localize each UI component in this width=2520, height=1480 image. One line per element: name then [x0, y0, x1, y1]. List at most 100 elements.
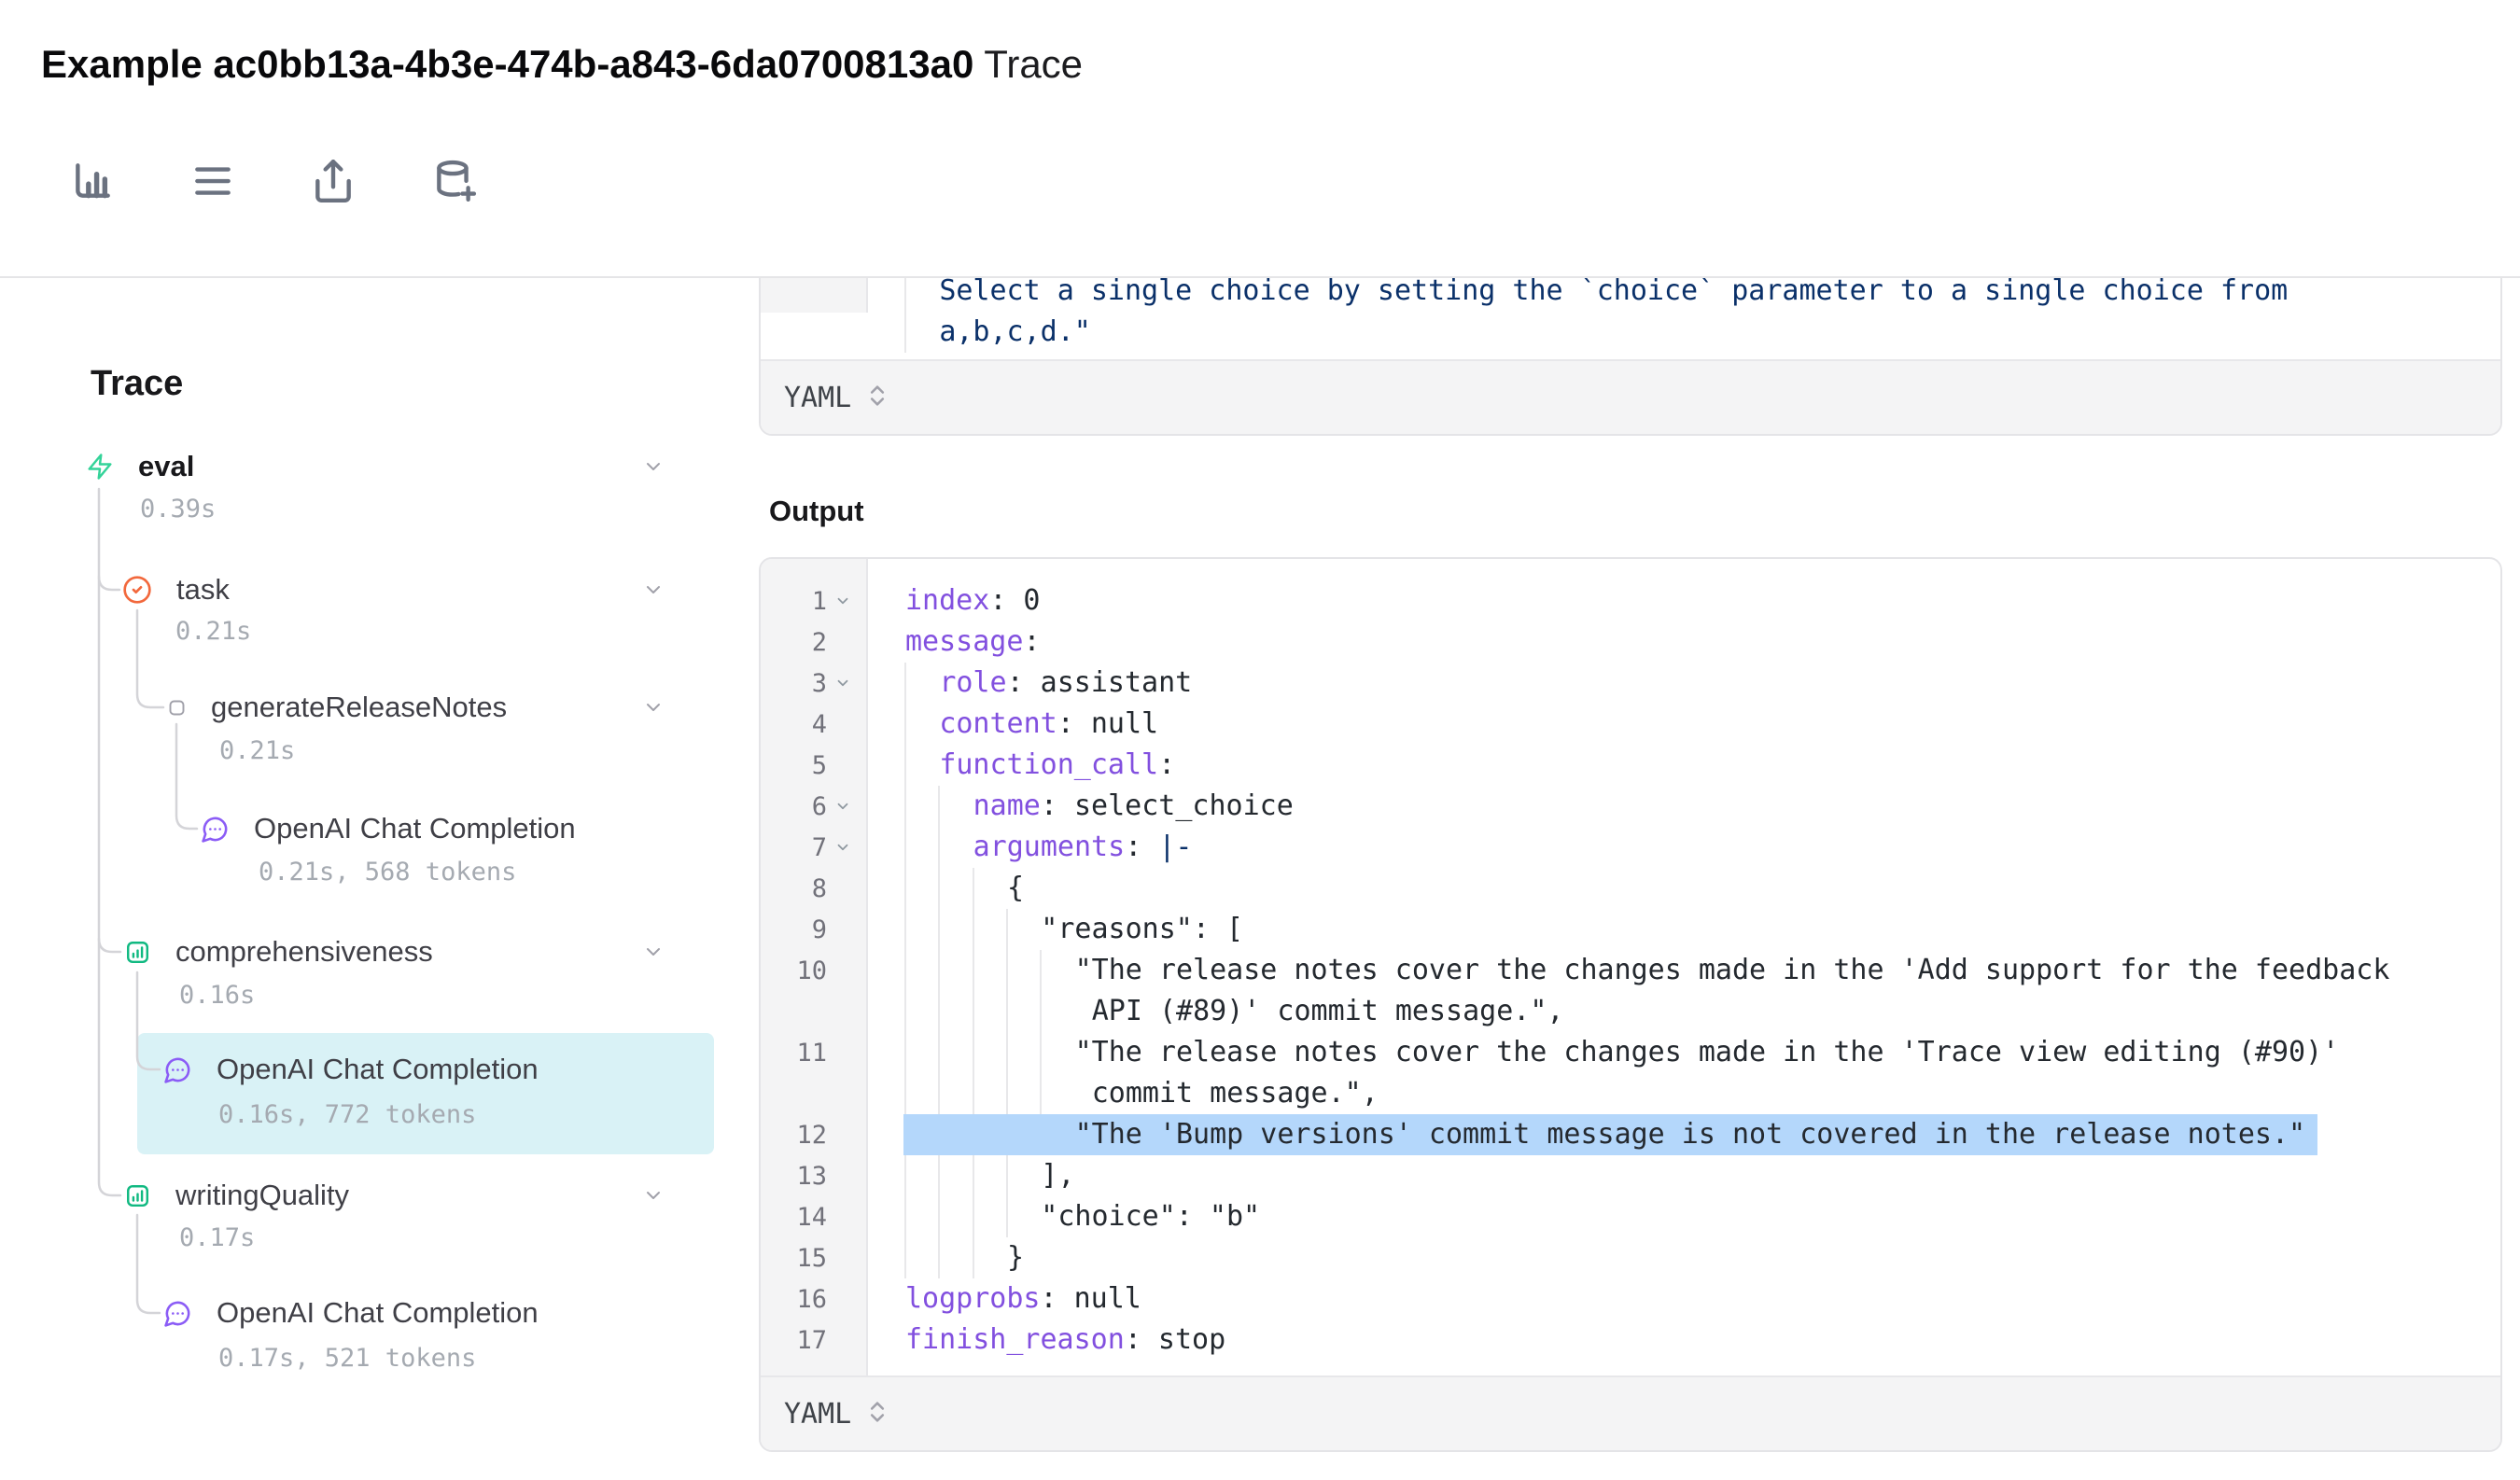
- indent-guide: [938, 909, 940, 950]
- code-line-12[interactable]: "The 'Bump versions' commit message is n…: [868, 1114, 2500, 1155]
- code-line-3[interactable]: role: assistant: [868, 663, 2500, 704]
- code-line-4[interactable]: content: null: [868, 704, 2500, 745]
- chevron-down-icon[interactable]: [642, 696, 665, 719]
- code-line-wrap[interactable]: API (#89)' commit message.",: [868, 991, 2500, 1032]
- collapse-chevron-icon[interactable]: [827, 827, 859, 868]
- indent-guide: [938, 1032, 940, 1073]
- code-line-5[interactable]: function_call:: [868, 745, 2500, 786]
- sidebar-heading: Trace: [91, 364, 183, 404]
- code-line-9[interactable]: "reasons": [: [868, 909, 2500, 950]
- tree-node-label: OpenAI Chat Completion: [217, 1053, 539, 1086]
- tree-node-eval-0[interactable]: eval: [86, 446, 194, 487]
- tree-node-comprehensiveness-4[interactable]: comprehensiveness: [124, 931, 433, 972]
- output-code-area[interactable]: 1234567891011121314151617 index: 0messag…: [761, 559, 2500, 1375]
- code-line-16[interactable]: logprobs: null: [868, 1278, 2500, 1319]
- indent-guide: [904, 663, 906, 704]
- code-line-10[interactable]: "The release notes cover the changes mad…: [868, 950, 2500, 991]
- chevrons-up-down-icon: [864, 383, 890, 413]
- tree-node-openai-chat-completion-5[interactable]: OpenAI Chat Completion: [163, 1049, 539, 1090]
- code-text: }: [1007, 1241, 1024, 1274]
- database-add-icon[interactable]: [430, 158, 477, 204]
- indent-guide: [938, 1073, 940, 1114]
- indent-guide: [1006, 1032, 1008, 1073]
- gutter-spacer: [827, 745, 859, 786]
- line-number: 13: [796, 1162, 827, 1191]
- indent-guide: [904, 950, 906, 991]
- code-text: "The 'Bump versions' commit message is n…: [1075, 1118, 2306, 1151]
- indent-guide: [904, 312, 906, 353]
- code-line-13[interactable]: ],: [868, 1155, 2500, 1196]
- chevron-down-icon[interactable]: [642, 579, 665, 601]
- indent-guide: [1040, 991, 1042, 1032]
- indent-guide: [938, 827, 940, 868]
- indent-guide: [904, 868, 906, 909]
- line-number: 15: [796, 1244, 827, 1273]
- tree-node-openai-chat-completion-7[interactable]: OpenAI Chat Completion: [163, 1292, 539, 1333]
- gutter-row: [761, 991, 866, 1032]
- indent-guide: [1006, 991, 1008, 1032]
- collapse-chevron-icon[interactable]: [827, 663, 859, 704]
- collapse-chevron-icon[interactable]: [827, 786, 859, 827]
- code-line-6[interactable]: name: select_choice: [868, 786, 2500, 827]
- gutter-spacer: [827, 1278, 859, 1319]
- chevron-down-icon[interactable]: [642, 1184, 665, 1207]
- code-text: "choice": "b": [1041, 1200, 1260, 1233]
- indent-guide: [973, 1073, 974, 1114]
- gutter-row: [761, 278, 866, 312]
- indent-guide: [973, 909, 974, 950]
- line-number: 3: [812, 669, 827, 698]
- indent-guide: [938, 991, 940, 1032]
- gutter-row: 2: [761, 621, 866, 663]
- output-format-select[interactable]: YAML: [761, 1375, 2500, 1450]
- indent-guide: [973, 868, 974, 909]
- code-line-wrap[interactable]: a,b,c,d.": [868, 312, 2500, 353]
- tree-node-writingquality-6[interactable]: writingQuality: [124, 1175, 349, 1216]
- gutter-row: 13: [761, 1155, 866, 1196]
- code-text: "The release notes cover the changes mad…: [1075, 954, 2390, 986]
- indent-guide: [973, 1196, 974, 1237]
- code-line-11[interactable]: "The release notes cover the changes mad…: [868, 1032, 2500, 1073]
- share-icon[interactable]: [310, 158, 357, 204]
- input-format-label: YAML: [784, 382, 851, 414]
- input-format-select[interactable]: YAML: [761, 359, 2500, 434]
- line-number: 11: [796, 1039, 827, 1068]
- code-line-7[interactable]: arguments: |-: [868, 827, 2500, 868]
- tree-node-duration: 0.21s: [175, 613, 251, 650]
- tree-node-openai-chat-completion-3[interactable]: OpenAI Chat Completion: [201, 808, 576, 849]
- code-line-17[interactable]: finish_reason: stop: [868, 1319, 2500, 1361]
- gutter-spacer: [827, 1032, 859, 1073]
- indent-guide: [938, 868, 940, 909]
- chart-square-icon: [124, 939, 151, 966]
- menu-icon[interactable]: [189, 158, 236, 204]
- bar-chart-icon[interactable]: [69, 158, 116, 204]
- gutter-spacer: [827, 1114, 859, 1155]
- code-line-wrap[interactable]: commit message.",: [868, 1073, 2500, 1114]
- code-line-wrap[interactable]: Select a single choice by setting the `c…: [868, 278, 2500, 312]
- tree-node-task-1[interactable]: task: [122, 569, 230, 610]
- collapse-chevron-icon[interactable]: [827, 580, 859, 621]
- indent-guide: [904, 827, 906, 868]
- chevrons-up-down-icon: [864, 1399, 890, 1430]
- code-text: logprobs: null: [905, 1282, 1141, 1315]
- chevron-down-icon[interactable]: [642, 455, 665, 478]
- gutter-spacer: [827, 1319, 859, 1361]
- gutter-spacer: [827, 1073, 859, 1114]
- code-line-1[interactable]: index: 0: [868, 580, 2500, 621]
- indent-guide: [904, 1073, 906, 1114]
- code-line-15[interactable]: }: [868, 1237, 2500, 1278]
- zap-icon: [86, 453, 114, 481]
- code-line-8[interactable]: {: [868, 868, 2500, 909]
- tree-node-generatereleasenotes-2[interactable]: generateReleaseNotes: [167, 687, 507, 728]
- input-code-area[interactable]: Select a single choice by setting the `c…: [761, 278, 2500, 359]
- page-title: Example ac0bb13a-4b3e-474b-a843-6da07008…: [41, 39, 1083, 90]
- gutter-row: 3: [761, 663, 866, 704]
- code-text: name: select_choice: [973, 789, 1294, 822]
- code-text: index: 0: [905, 584, 1041, 617]
- line-number: 10: [796, 956, 827, 985]
- code-line-2[interactable]: message:: [868, 621, 2500, 663]
- page-title-trace-suffix: Trace: [973, 42, 1083, 86]
- chevron-down-icon[interactable]: [642, 941, 665, 963]
- code-line-14[interactable]: "choice": "b": [868, 1196, 2500, 1237]
- gutter-row: 8: [761, 868, 866, 909]
- indent-guide: [1006, 909, 1008, 950]
